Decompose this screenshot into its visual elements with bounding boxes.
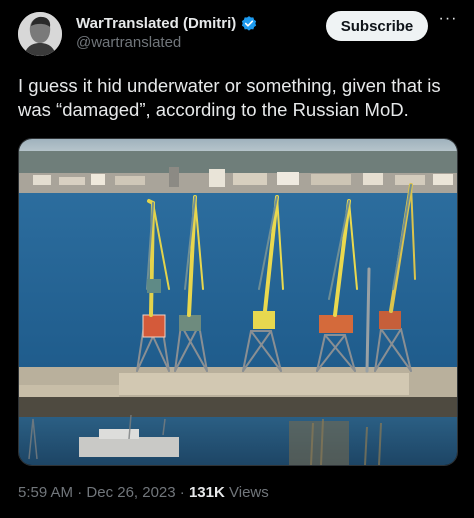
tweet-time[interactable]: 5:59 AM [18, 484, 73, 501]
author-names: WarTranslated (Dmitri) @wartranslated [76, 14, 258, 53]
author-handle[interactable]: @wartranslated [76, 33, 258, 53]
views-label: Views [229, 484, 269, 501]
views-count: 131K [188, 484, 225, 501]
tweet-date[interactable]: Dec 26, 2023 [86, 484, 175, 501]
author-display-name[interactable]: WarTranslated (Dmitri) [76, 14, 236, 33]
tweet-meta: 5:59 AM · Dec 26, 2023 · 131K Views [18, 484, 269, 501]
meta-separator: · [179, 484, 185, 501]
avatar-photo [18, 12, 62, 56]
tweet-media[interactable] [18, 138, 458, 466]
meta-separator: · [77, 484, 83, 501]
more-options-icon[interactable]: ··· [436, 10, 460, 34]
harbor-photo [19, 139, 457, 465]
tweet-text: I guess it hid underwater or something, … [18, 75, 441, 120]
author-display-name-row[interactable]: WarTranslated (Dmitri) [76, 14, 258, 33]
tweet-header: WarTranslated (Dmitri) @wartranslated Su… [0, 0, 474, 66]
verified-badge-icon[interactable] [240, 15, 258, 33]
avatar[interactable] [18, 12, 62, 56]
subscribe-button[interactable]: Subscribe [326, 11, 428, 41]
